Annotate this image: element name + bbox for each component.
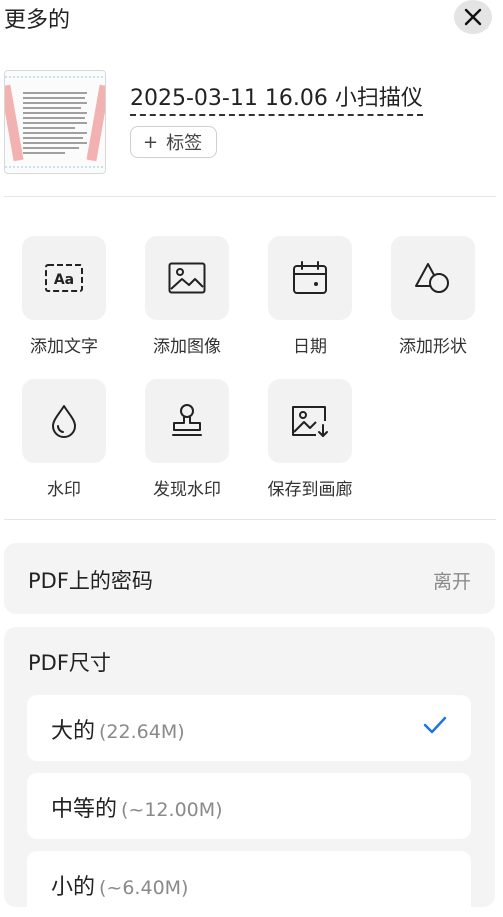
pdf-password-row[interactable]: PDF上的密码 离开 (4, 543, 495, 614)
image-icon (168, 262, 206, 294)
header: 更多的 (0, 0, 503, 40)
size-option-filesize: (~12.00M) (121, 799, 223, 821)
save-to-gallery-tool[interactable]: 保存到画廊 (260, 379, 360, 500)
size-option-label: 大的 (51, 719, 96, 744)
size-option-label: 小的 (51, 875, 96, 900)
date-tool[interactable]: 日期 (260, 236, 360, 357)
plus-icon: + (143, 131, 159, 153)
size-option-filesize: (22.64M) (99, 721, 185, 743)
watermark-tool[interactable]: 水印 (14, 379, 114, 500)
divider (4, 519, 496, 520)
document-row: 2025-03-11 16.06 小扫描仪 + 标签 (0, 62, 503, 182)
close-icon (464, 8, 482, 26)
svg-text:Aa: Aa (54, 272, 74, 288)
tool-label: 水印 (47, 480, 81, 500)
calendar-icon (293, 261, 327, 294)
tool-label: 添加图像 (153, 337, 221, 357)
find-watermark-tool[interactable]: 发现水印 (137, 379, 237, 500)
size-option-label: 中等的 (51, 797, 118, 822)
text-aa-icon: Aa (45, 264, 83, 292)
add-tag-button[interactable]: + 标签 (130, 126, 218, 158)
size-option-filesize: (~6.40M) (99, 877, 189, 899)
pdf-password-label: PDF上的密码 (28, 569, 153, 593)
water-drop-icon (52, 405, 76, 438)
pdf-size-title: PDF尺寸 (28, 651, 111, 675)
pdf-password-status: 离开 (432, 571, 471, 593)
tool-label: 添加形状 (399, 337, 467, 357)
tool-label: 添加文字 (30, 337, 98, 357)
divider (4, 196, 496, 197)
add-text-tool[interactable]: Aa 添加文字 (14, 236, 114, 357)
tag-label: 标签 (166, 133, 203, 154)
tool-label: 发现水印 (153, 480, 221, 500)
size-option-medium[interactable]: 中等的 (~12.00M) (27, 773, 471, 839)
document-name[interactable]: 2025-03-11 16.06 小扫描仪 (130, 80, 423, 116)
size-option-small[interactable]: 小的 (~6.40M) (27, 851, 471, 917)
pdf-size-card: PDF尺寸 大的 (22.64M) 中等的 (~12.00M) 小的 (~6.40M) (4, 627, 495, 917)
add-shape-tool[interactable]: 添加形状 (383, 236, 483, 357)
tool-label: 日期 (293, 337, 327, 357)
shapes-icon (415, 263, 449, 293)
document-preview-image (5, 71, 105, 173)
document-thumbnail[interactable] (4, 70, 106, 174)
tool-label: 保存到画廊 (267, 480, 353, 500)
close-button[interactable] (454, 0, 492, 34)
page-title: 更多的 (4, 8, 71, 33)
check-icon (423, 716, 447, 734)
size-option-large[interactable]: 大的 (22.64M) (27, 695, 471, 761)
save-image-icon (292, 406, 328, 437)
stamp-icon (172, 404, 202, 436)
add-image-tool[interactable]: 添加图像 (137, 236, 237, 357)
